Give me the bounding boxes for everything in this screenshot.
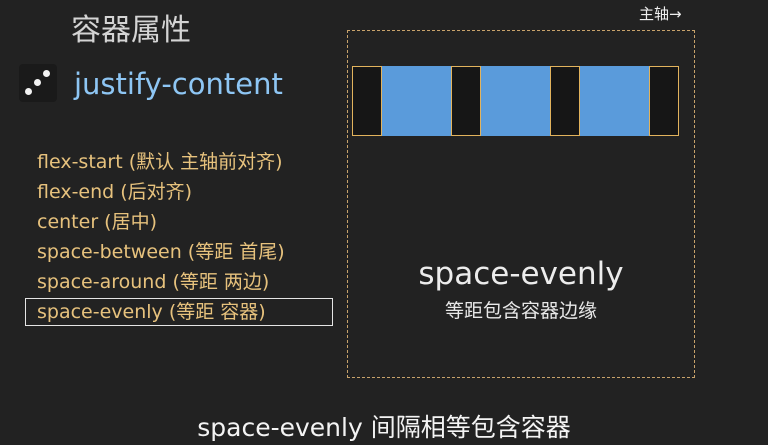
demo-title: space-evenly xyxy=(418,256,624,292)
demo-container: space-evenly 等距包含容器边缘 xyxy=(347,30,695,378)
section-title: 容器属性 xyxy=(71,13,191,48)
flex-item xyxy=(580,66,649,136)
gap-marker xyxy=(649,66,679,136)
gap-marker xyxy=(352,66,382,136)
property-name: justify-content xyxy=(74,67,283,101)
main-axis-label: 主轴→ xyxy=(639,5,682,23)
gap-marker xyxy=(550,66,580,136)
demo-subtitle: 等距包含容器边缘 xyxy=(444,300,597,322)
gap-marker xyxy=(451,66,481,136)
value-item-space-around: space-around (等距 两边) xyxy=(37,271,270,293)
caption: space-evenly 间隔相等包含容器 xyxy=(197,413,571,442)
value-item-flex-end: flex-end (后对齐) xyxy=(37,181,193,203)
value-item-space-between: space-between (等距 首尾) xyxy=(37,241,285,263)
flex-row xyxy=(352,66,693,136)
flex-item xyxy=(382,66,451,136)
value-item-center: center (居中) xyxy=(37,211,157,233)
value-list: flex-start (默认 主轴前对齐) flex-end (后对齐) cen… xyxy=(25,147,333,326)
value-item-flex-start: flex-start (默认 主轴前对齐) xyxy=(37,151,283,173)
flex-item xyxy=(481,66,550,136)
dice-icon xyxy=(19,64,57,102)
value-item-space-evenly: space-evenly (等距 容器) xyxy=(25,298,333,326)
